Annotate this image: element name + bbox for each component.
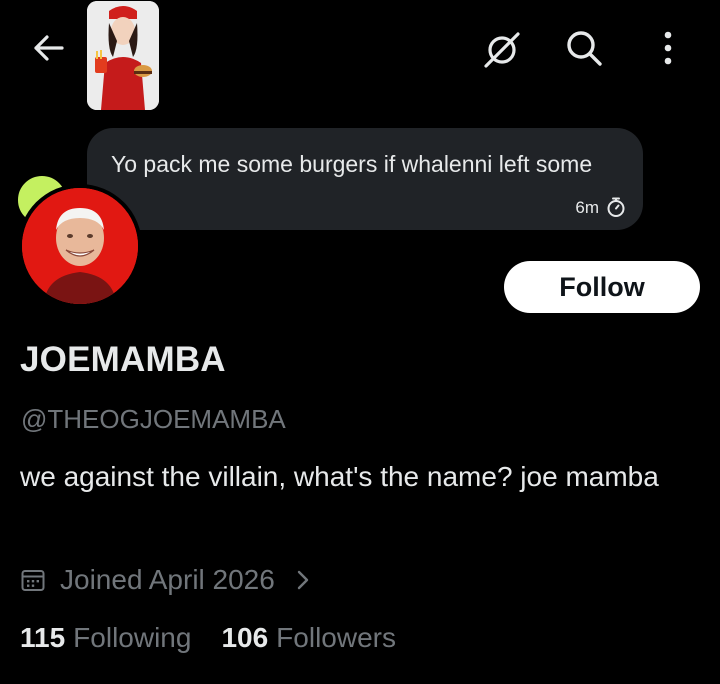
- search-icon[interactable]: [562, 26, 606, 70]
- followers-count: 106: [221, 622, 269, 653]
- user-handle: @THEOGJOEMAMBA: [21, 404, 286, 434]
- chevron-right-icon: [293, 568, 313, 592]
- note-text: Yo pack me some burgers if whalenni left…: [111, 151, 593, 177]
- note-bubble[interactable]: Yo pack me some burgers if whalenni left…: [87, 128, 643, 230]
- follow-button[interactable]: Follow: [504, 261, 700, 313]
- follow-stats: 115 Following 106 Followers: [20, 622, 426, 654]
- stopwatch-icon: [605, 196, 627, 218]
- profile-bio: we against the villain, what's the name?…: [20, 461, 659, 492]
- following-stat[interactable]: 115 Following: [20, 622, 191, 654]
- following-label: Following: [73, 622, 192, 653]
- more-vertical-icon[interactable]: [656, 26, 680, 70]
- followers-stat[interactable]: 106 Followers: [221, 622, 396, 654]
- joined-date[interactable]: Joined April 2026: [20, 562, 313, 598]
- following-count: 115: [20, 622, 66, 653]
- no-grok-icon[interactable]: [478, 26, 526, 74]
- story-thumbnail[interactable]: [87, 1, 159, 110]
- avatar[interactable]: [18, 184, 142, 308]
- followers-label: Followers: [276, 622, 396, 653]
- joined-label: Joined April 2026: [60, 564, 275, 595]
- display-name: JOEMAMBA: [20, 340, 226, 379]
- arrow-left-icon[interactable]: [28, 28, 68, 68]
- calendar-icon: [20, 567, 46, 593]
- note-time: 6m: [575, 198, 599, 217]
